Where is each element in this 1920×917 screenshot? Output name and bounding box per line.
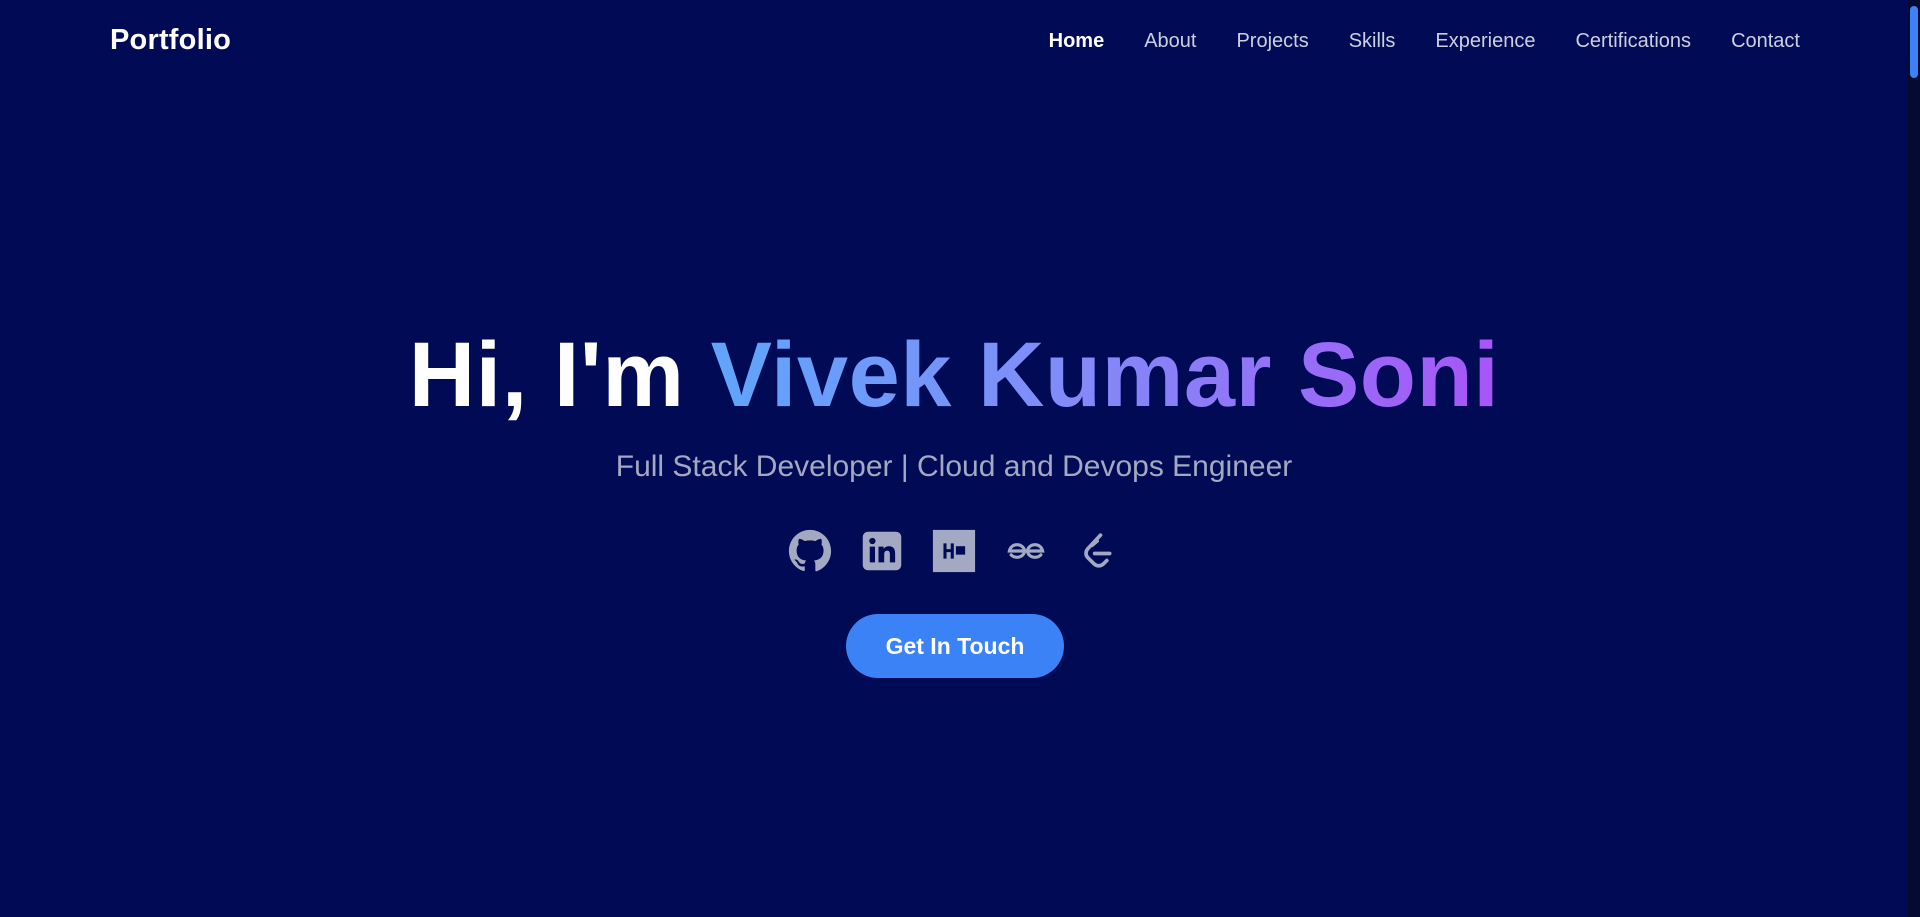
linkedin-icon[interactable] bbox=[859, 528, 905, 574]
nav-experience[interactable]: Experience bbox=[1435, 30, 1535, 53]
nav-about[interactable]: About bbox=[1144, 30, 1196, 53]
social-links bbox=[0, 528, 1908, 574]
leetcode-icon[interactable] bbox=[1075, 528, 1121, 574]
nav-home[interactable]: Home bbox=[1049, 30, 1105, 53]
github-icon[interactable] bbox=[787, 528, 833, 574]
main-nav: Home About Projects Skills Experience Ce… bbox=[0, 30, 1800, 53]
hero-title: Hi, I'm Vivek Kumar Soni bbox=[0, 320, 1908, 430]
nav-contact[interactable]: Contact bbox=[1731, 30, 1800, 53]
nav-projects[interactable]: Projects bbox=[1236, 30, 1308, 53]
scrollbar-thumb[interactable] bbox=[1910, 6, 1918, 78]
hero-greeting: Hi, I'm bbox=[408, 324, 685, 426]
nav-certifications[interactable]: Certifications bbox=[1575, 30, 1691, 53]
nav-skills[interactable]: Skills bbox=[1349, 30, 1396, 53]
hero-subtitle: Full Stack Developer | Cloud and Devops … bbox=[615, 450, 1293, 483]
page-scrollbar[interactable] bbox=[1908, 0, 1920, 917]
geeksforgeeks-icon[interactable] bbox=[1003, 528, 1049, 574]
hackerrank-icon[interactable] bbox=[931, 528, 977, 574]
get-in-touch-button[interactable]: Get In Touch bbox=[846, 614, 1064, 678]
hero-name: Vivek Kumar Soni bbox=[710, 324, 1500, 426]
page: Portfolio Home About Projects Skills Exp… bbox=[0, 0, 1908, 917]
